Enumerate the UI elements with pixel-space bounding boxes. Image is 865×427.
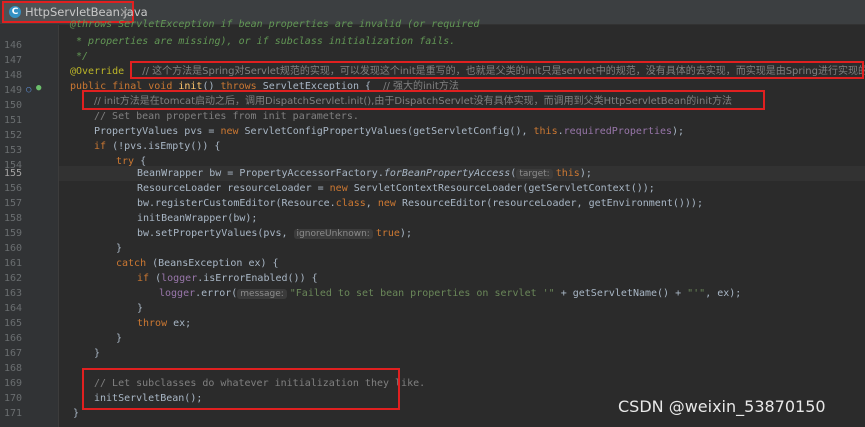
line-number: 146 [3, 40, 22, 51]
line-number-current: 155 [3, 168, 22, 179]
line-number: 148 [3, 70, 22, 81]
line-number-gutter: 146 147 148 149 150 151 152 153 154 155 … [0, 25, 59, 427]
line-number: 147 [3, 55, 22, 66]
code-line: bw.setPropertyValues(pvs, ignoreUnknown:… [137, 228, 412, 239]
code-line: logger.error(message: "Failed to set bean… [159, 288, 742, 299]
parameter-hint: message: [237, 289, 287, 299]
line-number: 164 [3, 303, 22, 314]
line-number: 149 [3, 85, 22, 96]
code-line: ResourceLoader resourceLoader = new Serv… [137, 183, 655, 194]
code-line: @Override // 这个方法是Spring对Servlet规范的实现，可以… [70, 66, 865, 77]
code-line: // Set bean properties from init paramet… [94, 111, 359, 122]
code-line: BeanWrapper bw = PropertyAccessorFactory… [137, 168, 592, 179]
override-marker-icon[interactable]: ○ [26, 83, 31, 98]
line-number: 160 [3, 243, 22, 254]
code-line: */ [70, 51, 89, 62]
line-number: 171 [3, 408, 22, 419]
line-number: 169 [3, 378, 22, 389]
code-line: // init方法是在tomcat启动之后，调用DispatchServlet.… [94, 96, 733, 107]
line-number: 153 [3, 145, 22, 156]
code-line: initServletBean(); [94, 393, 203, 404]
breakpoint-icon[interactable]: ● [36, 81, 41, 96]
code-line: } [73, 408, 80, 419]
line-number: 165 [3, 318, 22, 329]
code-line: } [94, 348, 101, 359]
code-line: bw.registerCustomEditor(Resource.class, … [137, 198, 703, 209]
parameter-hint: target: [516, 169, 553, 179]
line-number: 150 [3, 100, 22, 111]
code-line: throw ex; [137, 318, 192, 329]
line-number: 162 [3, 273, 22, 284]
line-number: 157 [3, 198, 22, 209]
code-line: if (logger.isErrorEnabled()) { [137, 273, 318, 284]
line-number: 170 [3, 393, 22, 404]
line-number: 168 [3, 363, 22, 374]
java-class-icon: C [9, 6, 21, 18]
line-number: 167 [3, 348, 22, 359]
line-number: 166 [3, 333, 22, 344]
line-number: 152 [3, 130, 22, 141]
code-line: PropertyValues pvs = new ServletConfigPr… [94, 126, 685, 137]
line-number: 163 [3, 288, 22, 299]
code-line: if (!pvs.isEmpty()) { [94, 141, 221, 152]
code-line: catch (BeansException ex) { [116, 258, 279, 269]
code-line: @throws ServletException if bean propert… [70, 19, 480, 30]
line-number: 158 [3, 213, 22, 224]
code-line: // Let subclasses do whatever initializa… [94, 378, 426, 389]
code-line: } [116, 333, 123, 344]
code-line: public final void init() throws ServletE… [70, 81, 459, 92]
watermark: CSDN @weixin_53870150 [618, 397, 826, 416]
code-line: initBeanWrapper(bw); [137, 213, 258, 224]
code-line: } [116, 243, 123, 254]
code-line: * properties are missing), or if subclas… [70, 36, 456, 47]
code-line: } [137, 303, 144, 314]
parameter-hint: ignoreUnknown: [293, 229, 373, 239]
line-number: 156 [3, 183, 22, 194]
line-number: 159 [3, 228, 22, 239]
line-number: 161 [3, 258, 22, 269]
line-number: 151 [3, 115, 22, 126]
